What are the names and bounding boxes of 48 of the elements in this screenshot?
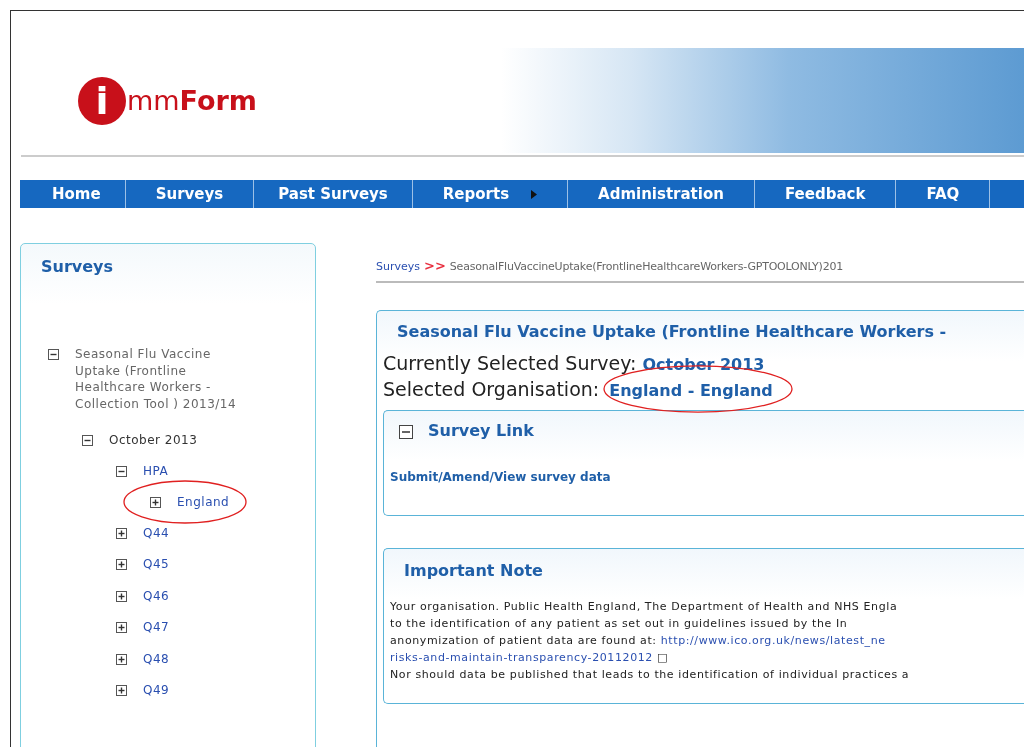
submenu-arrow-icon <box>531 189 538 199</box>
breadcrumb-link[interactable]: Surveys <box>376 260 420 273</box>
selected-organisation-label: Selected Organisation: <box>383 378 600 400</box>
survey-title: Seasonal Flu Vaccine Uptake (Frontline Healthcare Workers - <box>397 322 948 341</box>
note-text: Nor should data be published that leads to the identification of individual practices a <box>390 668 910 681</box>
collapse-icon[interactable] <box>82 435 93 446</box>
note-text: Your organisation. Public Health England, The Department of Health and NHS Engla <box>390 600 898 613</box>
nav-link[interactable]: Surveys <box>125 180 255 208</box>
tree-item[interactable]: Q48 <box>143 650 170 667</box>
tree-item[interactable]: October 2013 <box>109 432 198 449</box>
collapse-icon[interactable] <box>399 425 413 439</box>
tree-item[interactable]: Seasonal Flu Vaccine Uptake (Frontline Healthcare Workers -Collection Tool ) 2013/14 <box>75 346 260 412</box>
expand-icon[interactable] <box>116 590 127 602</box>
expand-icon[interactable] <box>116 653 127 665</box>
survey-data-link[interactable]: Submit/Amend/View survey data <box>390 470 1024 484</box>
note-text: □ <box>656 651 669 664</box>
tree-item[interactable]: HPA <box>143 462 169 479</box>
panel-title: Survey Link <box>428 421 534 440</box>
nav-link[interactable]: Home <box>20 180 126 208</box>
collapse-icon[interactable] <box>116 465 127 477</box>
expand-icon[interactable] <box>116 685 127 696</box>
nav-link[interactable]: Past Surveys <box>254 180 413 208</box>
nav-link[interactable]: Feedback <box>754 180 897 208</box>
breadcrumb-separator: >> <box>424 258 446 273</box>
tree-item[interactable]: Q45 <box>143 556 170 573</box>
expand-icon[interactable] <box>116 622 127 633</box>
note-text: anonymization of patient data are found at: <box>390 634 658 647</box>
note-link[interactable]: risks-and-maintain-transparency-20112012 <box>390 651 653 664</box>
tree-item[interactable]: England <box>177 494 230 511</box>
tree-item[interactable]: Q47 <box>143 619 170 636</box>
nav-link[interactable]: FAQ <box>896 180 991 208</box>
sidebar-title: Surveys <box>41 257 115 276</box>
expand-icon[interactable] <box>150 497 161 508</box>
expand-icon[interactable] <box>116 559 127 570</box>
nav-link[interactable]: Reports <box>412 180 569 208</box>
breadcrumb-current: SeasonalFluVaccineUptake(FrontlineHealthcareWorkers-GPTOOLONLY)201 <box>449 260 844 273</box>
tree-item[interactable]: Q44 <box>143 524 170 541</box>
tree-item[interactable]: Q46 <box>143 587 170 604</box>
note-link[interactable]: http://www.ico.org.uk/news/latest_ne <box>660 634 886 647</box>
panel-title: Important Note <box>404 561 544 580</box>
immform-logo: i mmForm <box>78 76 257 125</box>
tree-item[interactable]: Q49 <box>143 682 170 699</box>
expand-icon[interactable] <box>116 527 127 539</box>
collapse-icon[interactable] <box>48 349 59 360</box>
selected-survey-label: Currently Selected Survey: <box>383 352 637 374</box>
note-text: to the identification of any patient as set out in guidelines issued by the In <box>390 617 848 630</box>
selected-organisation-value: England - England <box>609 381 773 400</box>
nav-link[interactable]: Administration <box>568 180 755 208</box>
